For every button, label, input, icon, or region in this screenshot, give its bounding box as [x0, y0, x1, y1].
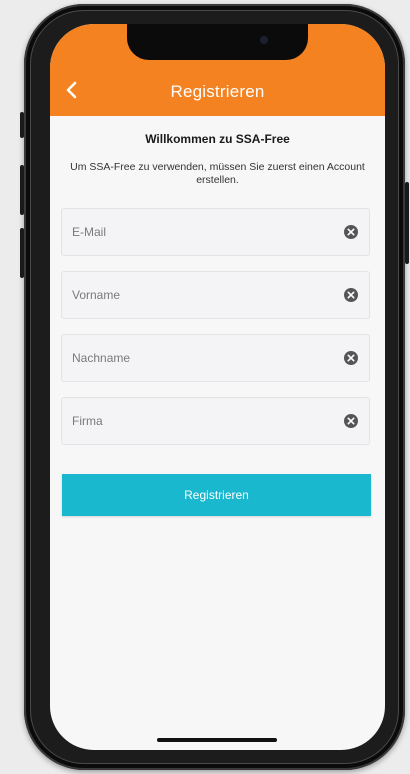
register-button[interactable]: Registrieren: [62, 474, 371, 516]
page-title: Registrieren: [170, 82, 265, 101]
app-screen: Registrieren Willkommen zu SSA-Free Um S…: [50, 24, 385, 750]
power-button: [405, 182, 409, 264]
lastname-field: [61, 334, 370, 382]
lastname-input[interactable]: [62, 335, 332, 381]
firstname-input[interactable]: [62, 272, 332, 318]
phone-notch: [127, 24, 308, 60]
firstname-field: [61, 271, 370, 319]
home-indicator[interactable]: [157, 738, 277, 742]
mute-switch: [20, 112, 24, 138]
device-frame-background: Registrieren Willkommen zu SSA-Free Um S…: [0, 0, 410, 774]
clear-circle-icon[interactable]: [344, 414, 358, 428]
clear-circle-icon[interactable]: [344, 288, 358, 302]
welcome-subtitle: Um SSA-Free zu verwenden, müssen Sie zue…: [70, 161, 365, 186]
volume-up-button: [20, 165, 24, 215]
company-input[interactable]: [62, 398, 332, 444]
clear-circle-icon[interactable]: [344, 225, 358, 239]
email-field: [61, 208, 370, 256]
company-field: [61, 397, 370, 445]
welcome-title: Willkommen zu SSA-Free: [145, 132, 290, 146]
volume-down-button: [20, 228, 24, 278]
clear-circle-icon[interactable]: [344, 351, 358, 365]
camera-icon: [260, 36, 268, 44]
email-input[interactable]: [62, 209, 332, 255]
